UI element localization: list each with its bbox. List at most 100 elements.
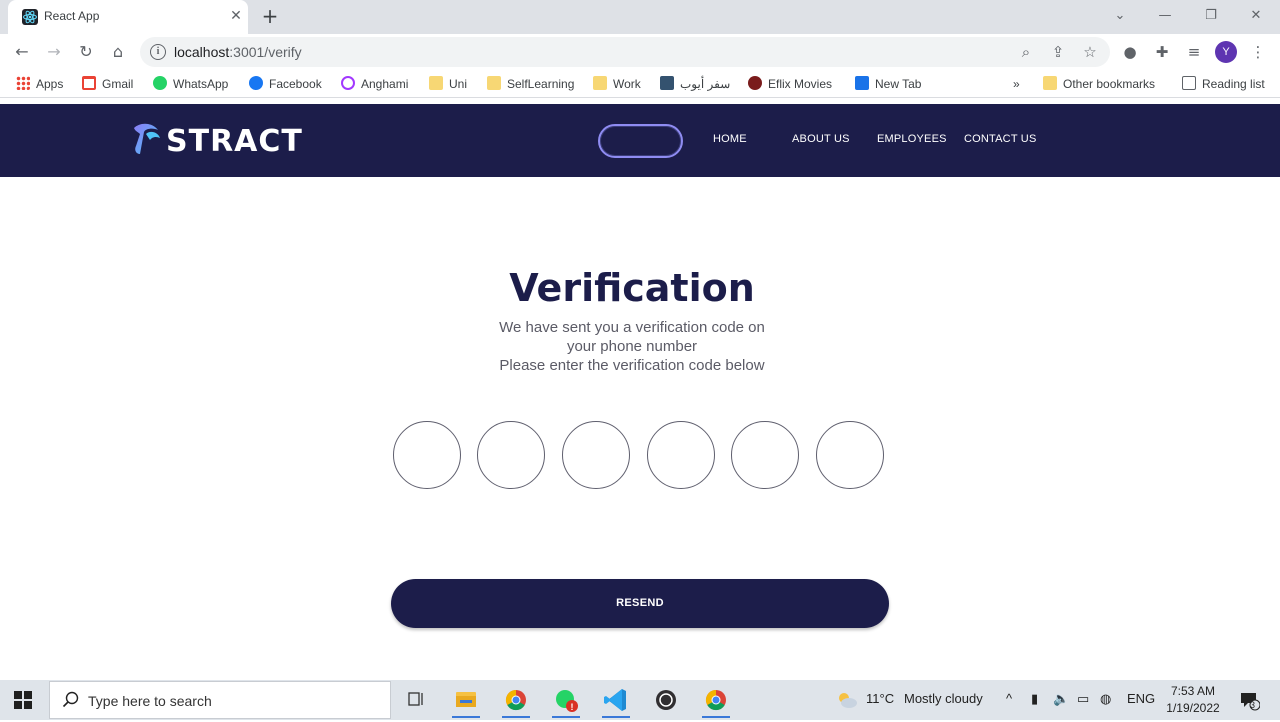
file-explorer-icon[interactable] [446, 684, 486, 718]
bookmark-work[interactable]: Work [593, 75, 641, 93]
bookmark-label: Anghami [361, 77, 409, 91]
whatsapp-icon [153, 76, 167, 90]
tab-close-icon[interactable]: ✕ [226, 6, 246, 26]
tab-search-icon[interactable]: ⌄ [1105, 4, 1135, 28]
site-info-icon[interactable]: i [150, 44, 166, 60]
weather-temperature[interactable]: 11°C [866, 691, 894, 706]
minimize-icon[interactable]: — [1150, 4, 1180, 28]
bookmark-star-icon[interactable]: ☆ [1078, 40, 1102, 64]
task-view-icon[interactable] [396, 684, 436, 718]
nav-employees[interactable]: EMPLOYEES [877, 133, 947, 145]
bookmarks-bar: Apps Gmail WhatsApp Facebook Anghami Uni… [0, 70, 1280, 98]
tab-title: React App [44, 9, 100, 23]
anghami-icon [341, 76, 355, 90]
url-text[interactable]: localhost:3001/verify [174, 44, 302, 60]
code-digit-input-5[interactable] [731, 421, 799, 489]
bookmark-label: Apps [36, 77, 64, 91]
apps-grid-icon [16, 76, 30, 90]
zoom-icon[interactable]: ⌕ [1014, 40, 1038, 64]
new-tab-page-icon [855, 76, 869, 90]
chrome-icon-2[interactable] [696, 684, 736, 718]
new-tab-icon[interactable]: + [258, 4, 282, 28]
reload-icon[interactable]: ↻ [74, 40, 98, 64]
folder-icon [1043, 76, 1057, 90]
windows-taskbar: Type here to search ! 11°C Mostly cloudy… [0, 680, 1280, 720]
code-digit-input-4[interactable] [647, 421, 715, 489]
reading-list[interactable]: Reading list [1182, 75, 1265, 93]
bookmark-new-tab[interactable]: New Tab [855, 75, 921, 93]
taskbar-search[interactable]: Type here to search [49, 681, 391, 719]
bookmark-anghami[interactable]: Anghami [341, 75, 408, 93]
bookmark-label: Facebook [269, 77, 322, 91]
close-window-icon[interactable]: ✕ [1241, 4, 1271, 28]
bookmark-label: WhatsApp [173, 77, 229, 91]
system-clock[interactable]: 7:53 AM 1/19/2022 [1160, 683, 1226, 717]
facebook-icon [249, 76, 263, 90]
battery-icon[interactable]: ▭ [1077, 691, 1089, 707]
bookmark-whatsapp[interactable]: WhatsApp [153, 75, 228, 93]
active-indicator [552, 716, 580, 718]
bookmark-label: Eflix Movies [768, 77, 833, 91]
show-hidden-icons[interactable]: ^ [1006, 691, 1012, 706]
extension-icon[interactable]: ● [1118, 40, 1142, 64]
folder-icon [487, 76, 501, 90]
weather-icon[interactable] [836, 690, 858, 713]
weather-description[interactable]: Mostly cloudy [904, 691, 983, 706]
bookmark-facebook[interactable]: Facebook [249, 75, 322, 93]
bookmark-label: Gmail [102, 77, 134, 91]
code-digit-input-1[interactable] [393, 421, 461, 489]
code-digit-input-3[interactable] [562, 421, 630, 489]
obs-icon[interactable] [646, 684, 686, 718]
volume-icon[interactable]: 🔈 [1053, 691, 1069, 707]
eflix-icon [748, 76, 762, 90]
profile-avatar[interactable]: Y [1215, 41, 1237, 63]
chrome-icon[interactable] [496, 684, 536, 718]
forward-icon[interactable]: → [42, 40, 66, 64]
vscode-icon[interactable] [596, 684, 636, 718]
url-host: localhost [174, 44, 230, 60]
nav-about-us[interactable]: ABOUT US [792, 133, 850, 145]
usb-device-icon[interactable]: ▮ [1031, 691, 1038, 707]
network-globe-icon[interactable]: ◍ [1100, 691, 1111, 707]
media-icon[interactable]: ≡ [1182, 40, 1206, 64]
language-indicator[interactable]: ENG [1127, 691, 1155, 706]
whatsapp-app-icon[interactable]: ! [546, 684, 586, 718]
home-icon[interactable]: ⌂ [106, 40, 130, 64]
restore-icon[interactable]: ❐ [1196, 4, 1226, 28]
bookmarks-overflow-icon[interactable]: » [1013, 75, 1020, 93]
bookmark-other[interactable]: Other bookmarks [1043, 75, 1155, 93]
bookmark-label: Uni [449, 77, 468, 91]
verification-message-line3: Please enter the verification code below [499, 357, 765, 374]
url-path: :3001/verify [229, 44, 302, 60]
code-digit-input-2[interactable] [477, 421, 545, 489]
bookmark-label: New Tab [875, 77, 922, 91]
bookmark-apps[interactable]: Apps [16, 75, 63, 93]
nav-contact-us[interactable]: CONTACT US [964, 133, 1037, 145]
menu-icon[interactable]: ⋮ [1246, 40, 1270, 64]
browser-toolbar: ← → ↻ ⌂ i localhost:3001/verify ⌕ ⇪ ☆ ● … [0, 34, 1280, 70]
stract-logo-text[interactable]: STRACT [166, 124, 303, 159]
resend-button[interactable]: RESEND [391, 579, 889, 628]
nav-home[interactable]: HOME [713, 133, 747, 145]
bookmark-safar-ayoub[interactable]: سفر أيوب [660, 75, 730, 93]
bookmark-selflearning[interactable]: SelfLearning [487, 75, 574, 93]
back-icon[interactable]: ← [10, 40, 34, 64]
header-pill-button[interactable] [598, 124, 683, 158]
windows-start-icon[interactable] [14, 691, 32, 709]
active-indicator [702, 716, 730, 718]
bookmark-gmail[interactable]: Gmail [82, 75, 133, 93]
stract-logo-icon[interactable] [130, 120, 164, 158]
address-bar[interactable]: i localhost:3001/verify ⌕ ⇪ ☆ [140, 37, 1110, 67]
verification-message-line1: We have sent you a verification code on [499, 319, 765, 336]
notification-icon[interactable] [1238, 689, 1261, 714]
bookmark-uni[interactable]: Uni [429, 75, 467, 93]
puzzle-icon[interactable]: ✚ [1150, 40, 1174, 64]
bookmark-eflix[interactable]: Eflix Movies [748, 75, 832, 93]
code-digit-input-6[interactable] [816, 421, 884, 489]
bookmark-label: Reading list [1202, 77, 1265, 91]
folder-icon [593, 76, 607, 90]
bookmark-label: Work [613, 77, 641, 91]
browser-tab[interactable]: React App ✕ [8, 0, 248, 34]
share-icon[interactable]: ⇪ [1046, 40, 1070, 64]
browser-tab-bar: React App ✕ + ⌄ — ❐ ✕ [0, 0, 1280, 34]
